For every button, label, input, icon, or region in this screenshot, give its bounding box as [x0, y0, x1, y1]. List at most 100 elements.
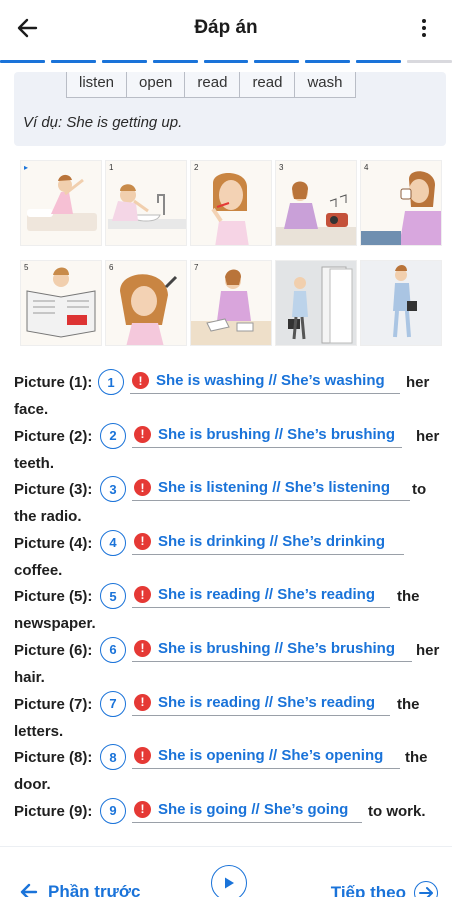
progress-segment — [152, 60, 198, 63]
sentence-continuation: door. — [14, 776, 51, 794]
answer-underline — [132, 660, 412, 662]
answer-text[interactable]: She is washing // She’s washing — [156, 372, 385, 389]
sentence-continuation: coffee. — [14, 561, 63, 579]
progress-segment — [203, 60, 249, 63]
question-number-badge[interactable]: 2 — [100, 422, 126, 449]
question-number-badge[interactable]: 5 — [100, 583, 126, 610]
progress-segment — [50, 60, 96, 63]
error-icon: ! — [134, 532, 151, 550]
answer-text[interactable]: She is drinking // She’s drinking — [158, 533, 385, 550]
answer-text[interactable]: She is going // She’s going — [158, 801, 348, 818]
progress-segment — [0, 60, 45, 63]
answer-underline — [132, 821, 362, 823]
answer-underline — [132, 500, 410, 502]
answer-text[interactable]: She is brushing // She’s brushing — [158, 426, 395, 443]
answer-row: Picture (8): 8! She is opening // She’s op… — [14, 741, 444, 795]
example-sentence: Ví dụ: She is getting up. — [23, 114, 183, 131]
question-number-badge[interactable]: 8 — [100, 744, 126, 771]
word-bank: listen open read read wash — [66, 72, 356, 98]
picture-label: Picture (9): — [14, 802, 93, 820]
error-icon: ! — [134, 747, 151, 765]
picture-reading-letters: 7 — [190, 260, 272, 346]
sentence-tail: her — [416, 427, 440, 445]
question-number-badge[interactable]: 6 — [100, 636, 126, 663]
sentence-tail: the — [405, 749, 428, 767]
error-icon: ! — [134, 479, 151, 497]
progress-segment — [356, 60, 402, 63]
answer-text[interactable]: She is opening // She’s opening — [158, 747, 383, 764]
sentence-tail: to work. — [368, 802, 426, 820]
question-number-badge[interactable]: 7 — [100, 690, 126, 717]
picture-getting-up: ▸ — [20, 160, 102, 246]
sentence-continuation: newspaper. — [14, 615, 96, 633]
picture-grid: ▸ 1 2 3 4 5 6 7 — [20, 160, 446, 346]
sentence-tail: to — [412, 481, 427, 499]
picture-brushing-hair: 6 — [105, 260, 187, 346]
answer-underline — [130, 393, 400, 394]
picture-going-to-work: 9 — [360, 260, 442, 346]
next-label: Tiếp theo — [330, 883, 406, 897]
answer-row: Picture (9): 9! She is going // She’s goin… — [14, 795, 444, 849]
picture-listening-radio: 3 — [275, 160, 357, 246]
answer-row: Picture (3): 3! She is listening // She’s … — [14, 473, 444, 527]
answer-row: Picture (7): 7! She is reading // She’s re… — [14, 688, 444, 742]
picture-reading-newspaper: 5 — [20, 260, 102, 346]
picture-opening-door: 8 — [275, 260, 357, 346]
word-bank-item: listen — [66, 72, 128, 98]
back-arrow-icon[interactable] — [14, 14, 42, 42]
word-bank-item: wash — [295, 72, 356, 98]
more-vertical-icon[interactable] — [410, 14, 438, 42]
bottom-nav: Phần trước Tiếp theo — [0, 846, 452, 897]
answer-underline — [132, 553, 404, 555]
play-icon — [225, 877, 234, 889]
sentence-continuation: teeth. — [14, 454, 55, 472]
sentence-tail: the — [397, 695, 420, 713]
answer-row: Picture (1): 1! She is washing // She’s wa… — [14, 366, 444, 420]
picture-label: Picture (4): — [14, 534, 93, 552]
error-icon: ! — [134, 800, 151, 818]
previous-section-button[interactable]: Phần trước — [18, 881, 140, 897]
question-number-badge[interactable]: 3 — [100, 476, 126, 503]
arrow-left-icon — [20, 883, 38, 897]
picture-label: Picture (5): — [14, 588, 93, 606]
sentence-continuation: face. — [14, 401, 49, 418]
answer-underline — [132, 607, 390, 609]
picture-brushing-teeth: 2 — [190, 160, 272, 246]
answer-row: Picture (4): 4! She is drinking // She’s d… — [14, 527, 444, 581]
progress-segment — [305, 60, 351, 63]
picture-label: Picture (7): — [14, 695, 93, 713]
answer-underline — [132, 768, 400, 770]
question-number-badge[interactable]: 9 — [100, 797, 126, 824]
error-icon: ! — [134, 425, 151, 443]
question-number-badge[interactable]: 4 — [100, 529, 126, 556]
answer-row: Picture (2): 2! She is brushing // She’s b… — [14, 420, 444, 474]
picture-label: Picture (1): — [14, 374, 93, 391]
sentence-tail: her — [406, 374, 430, 391]
top-bar: Đáp án — [0, 0, 452, 56]
question-number-badge[interactable]: 1 — [98, 369, 124, 395]
play-button[interactable] — [211, 865, 247, 897]
answer-text[interactable]: She is reading // She’s reading — [158, 694, 375, 711]
progress-segments — [0, 60, 452, 63]
progress-segment — [407, 60, 452, 63]
word-bank-item: read — [240, 72, 296, 98]
error-icon: ! — [134, 586, 151, 604]
answer-text[interactable]: She is brushing // She’s brushing — [158, 640, 395, 657]
answer-text[interactable]: She is reading // She’s reading — [158, 586, 375, 603]
picture-label: Picture (3): — [14, 481, 93, 499]
answer-row: Picture (5): 5! She is reading // She’s re… — [14, 580, 444, 634]
word-bank-card: listen open read read wash Ví dụ: She is… — [14, 72, 446, 146]
sentence-continuation: the radio. — [14, 508, 82, 526]
picture-washing-face: 1 — [105, 160, 187, 246]
word-bank-item: read — [185, 72, 241, 98]
arrow-right-icon — [414, 881, 438, 897]
answer-text[interactable]: She is listening // She’s listening — [158, 479, 390, 496]
error-icon: ! — [132, 372, 149, 389]
sentence-tail: her — [416, 641, 440, 659]
picture-label: Picture (2): — [14, 427, 93, 445]
sentence-continuation: hair. — [14, 668, 45, 686]
progress-segment — [254, 60, 300, 63]
page-title: Đáp án — [194, 17, 258, 38]
next-button[interactable]: Tiếp theo — [331, 881, 438, 897]
sentence-tail: the — [397, 588, 420, 606]
